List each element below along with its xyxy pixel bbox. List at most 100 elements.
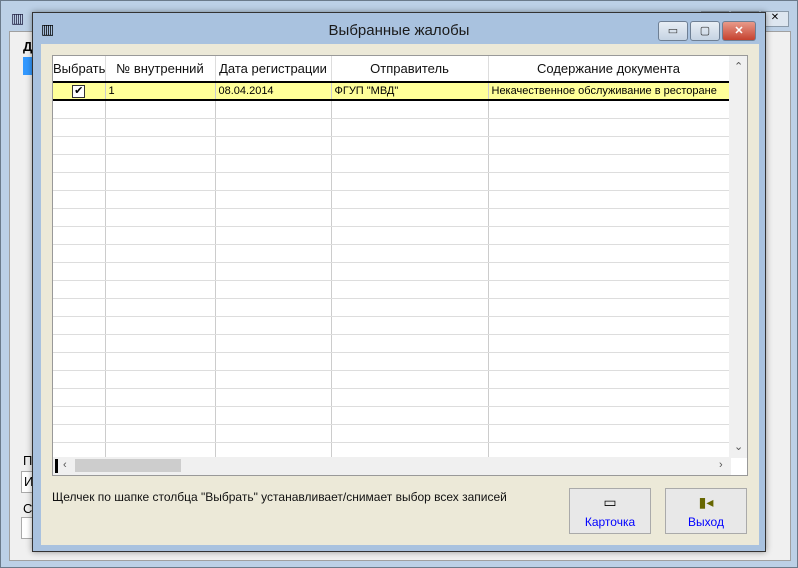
exit-button[interactable]: ▮◂ Выход xyxy=(665,488,747,534)
empty-row[interactable] xyxy=(53,154,730,173)
empty-cell[interactable] xyxy=(53,244,106,263)
empty-cell[interactable] xyxy=(215,226,332,245)
empty-cell[interactable] xyxy=(105,424,216,443)
empty-cell[interactable] xyxy=(215,262,332,281)
empty-row[interactable] xyxy=(53,244,730,263)
empty-cell[interactable] xyxy=(331,370,489,389)
empty-cell[interactable] xyxy=(488,136,730,155)
empty-cell[interactable] xyxy=(331,244,489,263)
empty-cell[interactable] xyxy=(105,388,216,407)
empty-row[interactable] xyxy=(53,334,730,353)
empty-cell[interactable] xyxy=(215,154,332,173)
select-checkbox[interactable]: ✔ xyxy=(72,84,86,98)
scroll-left-icon[interactable]: ‹ xyxy=(63,459,67,471)
empty-row[interactable] xyxy=(53,280,730,299)
empty-cell[interactable] xyxy=(53,424,106,443)
scroll-right-icon[interactable]: › xyxy=(719,459,723,471)
empty-cell[interactable] xyxy=(215,190,332,209)
column-header-content[interactable]: Содержание документа xyxy=(488,56,730,82)
empty-row[interactable] xyxy=(53,208,730,227)
cell-content[interactable]: Некачественное обслуживание в ресторане xyxy=(488,81,730,101)
empty-row[interactable] xyxy=(53,406,730,425)
minimize-button[interactable]: ▭ xyxy=(658,21,688,41)
empty-cell[interactable] xyxy=(105,136,216,155)
empty-cell[interactable] xyxy=(53,352,106,371)
empty-cell[interactable] xyxy=(331,262,489,281)
empty-row[interactable] xyxy=(53,172,730,191)
empty-cell[interactable] xyxy=(331,190,489,209)
empty-cell[interactable] xyxy=(331,352,489,371)
empty-cell[interactable] xyxy=(215,280,332,299)
empty-row[interactable] xyxy=(53,136,730,155)
empty-cell[interactable] xyxy=(488,226,730,245)
title-bar[interactable]: ▥ Выбранные жалобы ▭ ▢ ✕ xyxy=(33,13,765,43)
empty-row[interactable] xyxy=(53,226,730,245)
empty-cell[interactable] xyxy=(331,406,489,425)
empty-cell[interactable] xyxy=(53,298,106,317)
empty-cell[interactable] xyxy=(215,172,332,191)
empty-cell[interactable] xyxy=(488,280,730,299)
empty-cell[interactable] xyxy=(105,352,216,371)
empty-cell[interactable] xyxy=(215,316,332,335)
empty-cell[interactable] xyxy=(488,154,730,173)
empty-cell[interactable] xyxy=(53,136,106,155)
column-header-date[interactable]: Дата регистрации xyxy=(215,56,332,82)
empty-cell[interactable] xyxy=(215,208,332,227)
empty-cell[interactable] xyxy=(215,334,332,353)
empty-row[interactable] xyxy=(53,388,730,407)
empty-cell[interactable] xyxy=(53,100,106,119)
empty-row[interactable] xyxy=(53,316,730,335)
empty-cell[interactable] xyxy=(105,190,216,209)
empty-cell[interactable] xyxy=(105,334,216,353)
empty-cell[interactable] xyxy=(53,316,106,335)
empty-cell[interactable] xyxy=(105,406,216,425)
empty-cell[interactable] xyxy=(105,172,216,191)
cell-sender[interactable]: ФГУП "МВД" xyxy=(331,81,489,101)
empty-cell[interactable] xyxy=(53,154,106,173)
empty-row[interactable] xyxy=(53,298,730,317)
empty-cell[interactable] xyxy=(215,370,332,389)
cell-date[interactable]: 08.04.2014 xyxy=(215,81,332,101)
empty-cell[interactable] xyxy=(331,424,489,443)
empty-cell[interactable] xyxy=(105,298,216,317)
empty-cell[interactable] xyxy=(105,370,216,389)
empty-row[interactable] xyxy=(53,118,730,137)
card-button[interactable]: ▭ Карточка xyxy=(569,488,651,534)
close-button[interactable]: ✕ xyxy=(722,21,756,41)
empty-cell[interactable] xyxy=(488,352,730,371)
empty-row[interactable] xyxy=(53,262,730,281)
empty-cell[interactable] xyxy=(331,154,489,173)
empty-cell[interactable] xyxy=(215,298,332,317)
empty-cell[interactable] xyxy=(215,118,332,137)
empty-row[interactable] xyxy=(53,370,730,389)
empty-cell[interactable] xyxy=(215,388,332,407)
empty-cell[interactable] xyxy=(331,316,489,335)
empty-cell[interactable] xyxy=(53,190,106,209)
empty-cell[interactable] xyxy=(331,226,489,245)
empty-cell[interactable] xyxy=(53,262,106,281)
scroll-thumb[interactable] xyxy=(75,459,181,472)
empty-cell[interactable] xyxy=(215,244,332,263)
empty-cell[interactable] xyxy=(215,352,332,371)
horizontal-scrollbar[interactable]: ‹ › xyxy=(53,457,731,475)
empty-cell[interactable] xyxy=(331,118,489,137)
empty-cell[interactable] xyxy=(105,100,216,119)
empty-cell[interactable] xyxy=(53,406,106,425)
empty-cell[interactable] xyxy=(488,262,730,281)
empty-cell[interactable] xyxy=(331,100,489,119)
empty-cell[interactable] xyxy=(488,244,730,263)
column-header-number[interactable]: № внутренний xyxy=(105,56,216,82)
empty-cell[interactable] xyxy=(331,208,489,227)
empty-cell[interactable] xyxy=(488,208,730,227)
table-row[interactable]: ✔ 1 08.04.2014 ФГУП "МВД" Некачественное… xyxy=(53,81,730,101)
empty-cell[interactable] xyxy=(53,226,106,245)
empty-cell[interactable] xyxy=(105,262,216,281)
empty-cell[interactable] xyxy=(215,136,332,155)
empty-cell[interactable] xyxy=(105,316,216,335)
empty-cell[interactable] xyxy=(488,298,730,317)
empty-cell[interactable] xyxy=(105,280,216,299)
empty-cell[interactable] xyxy=(53,280,106,299)
empty-cell[interactable] xyxy=(215,406,332,425)
empty-row[interactable] xyxy=(53,190,730,209)
empty-cell[interactable] xyxy=(105,208,216,227)
